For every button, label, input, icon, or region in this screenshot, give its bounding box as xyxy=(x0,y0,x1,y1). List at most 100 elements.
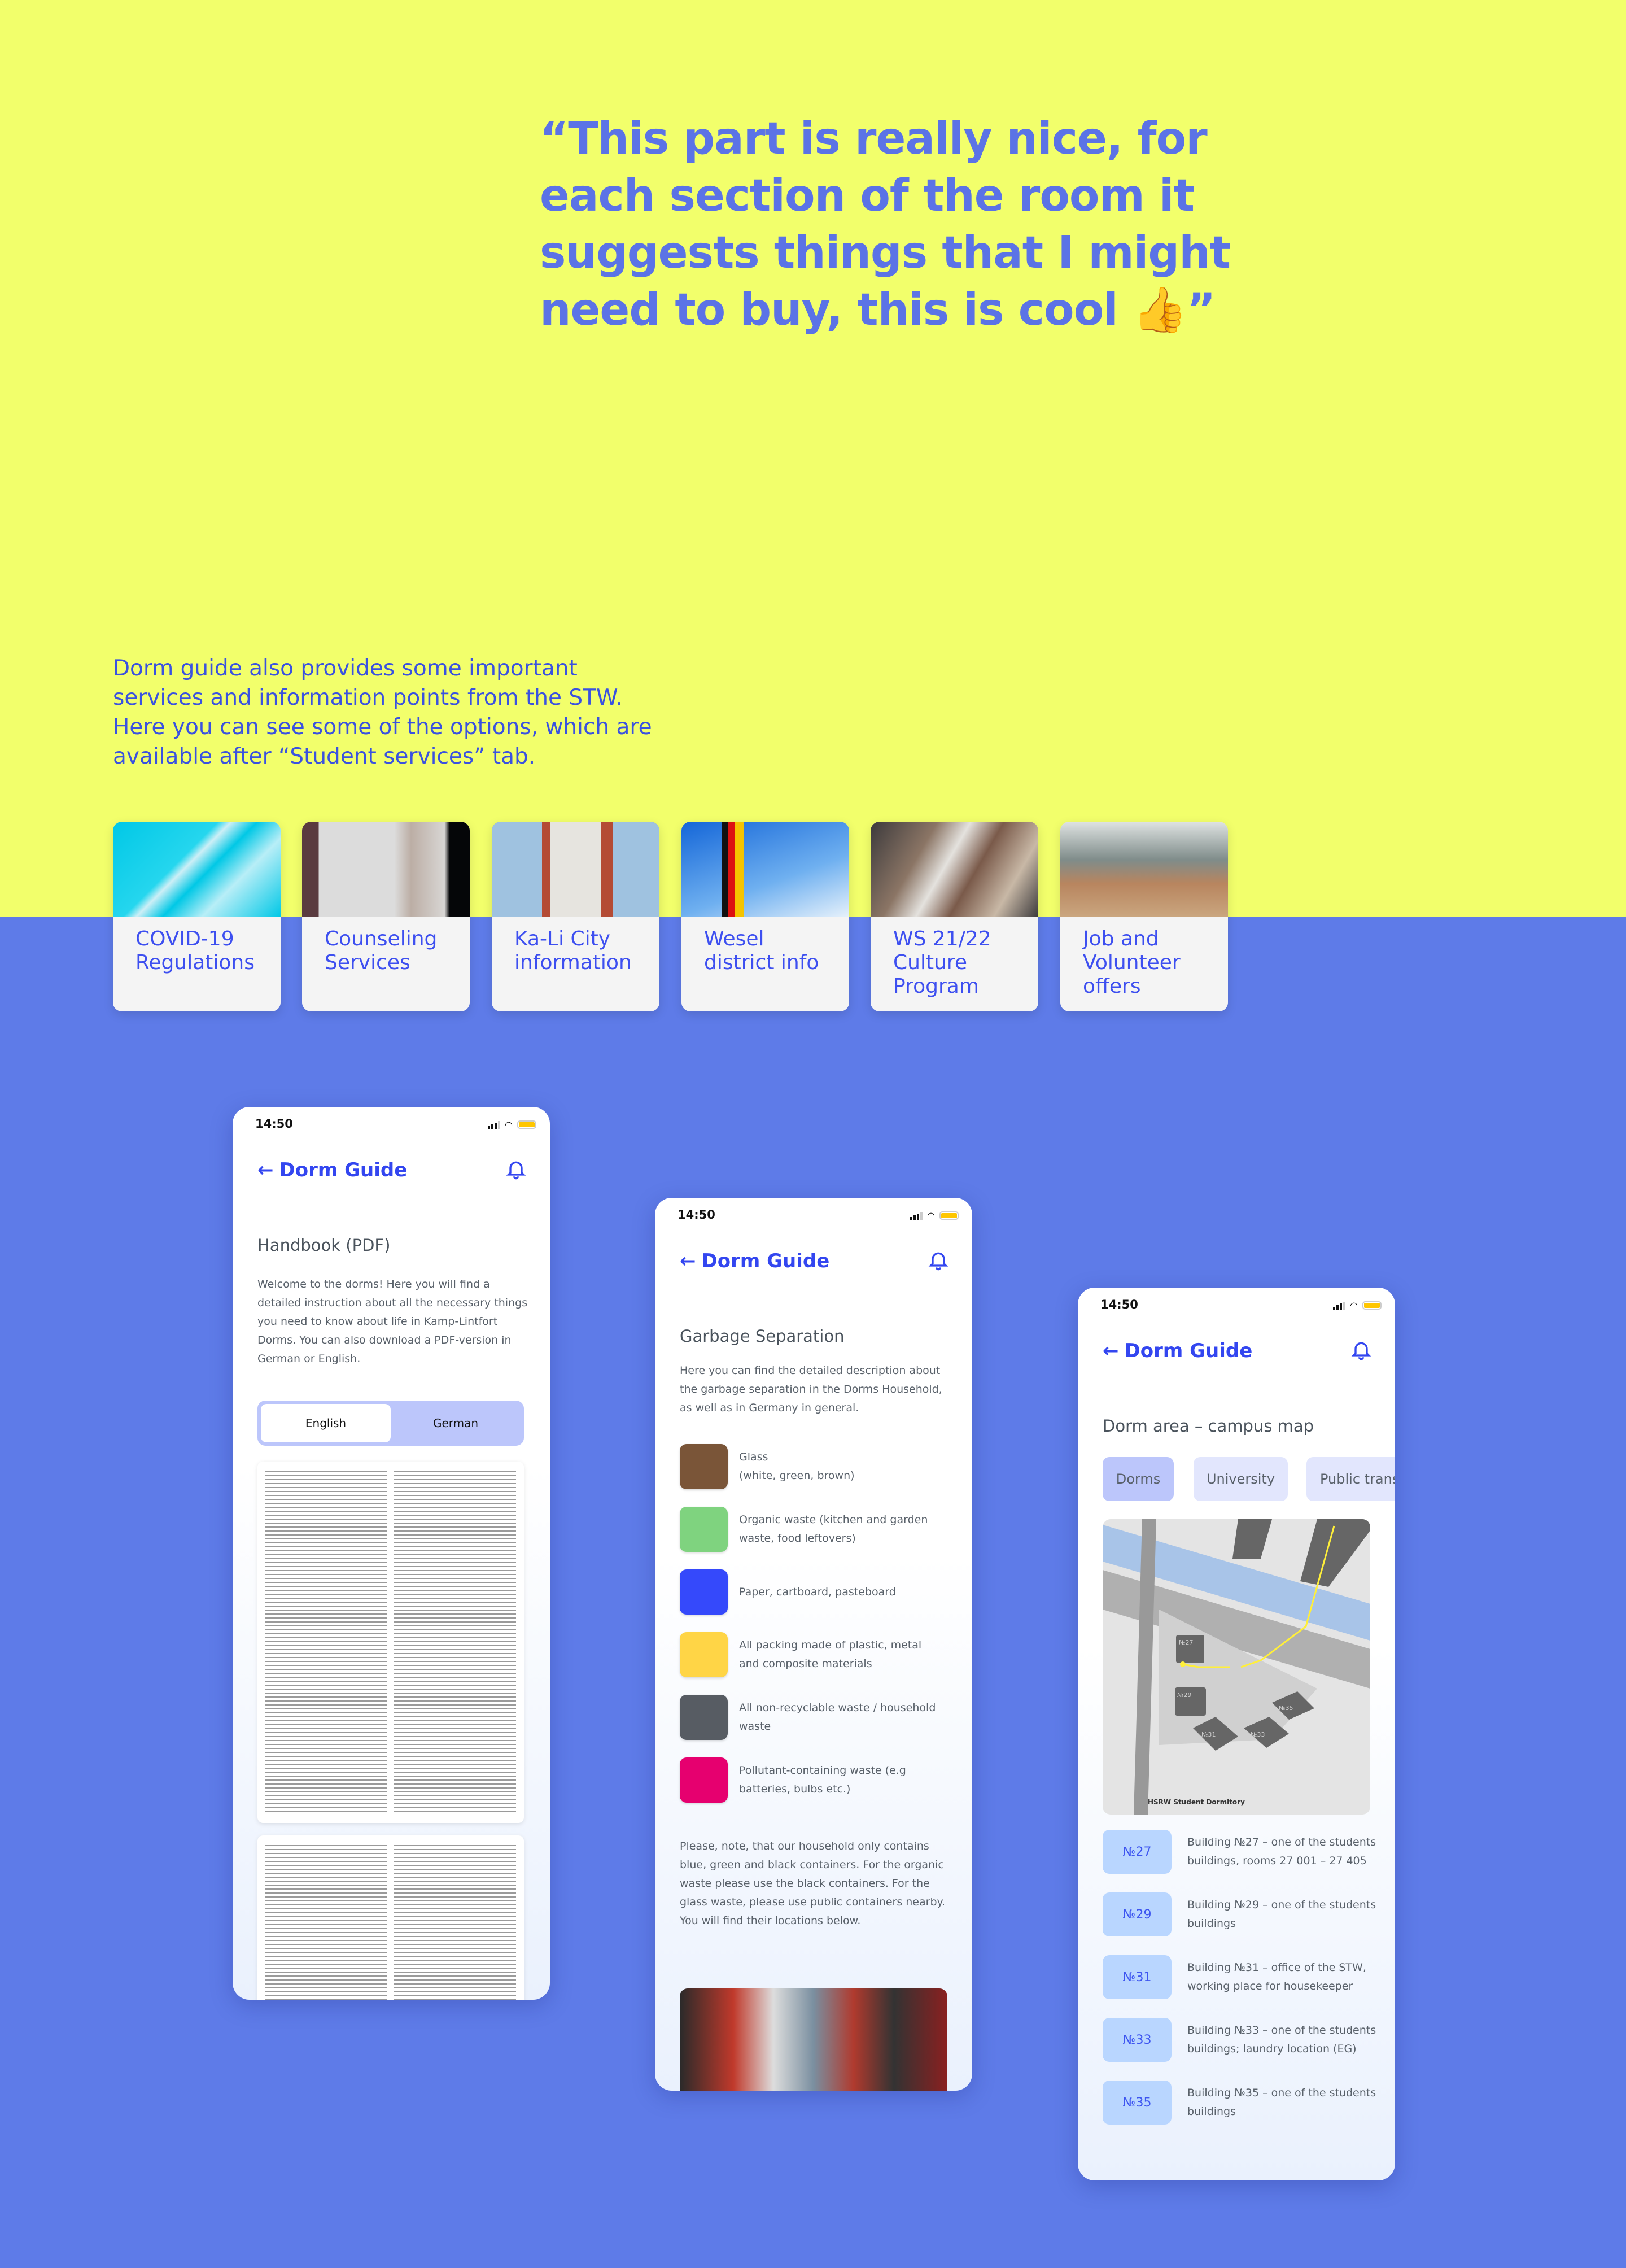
battery-icon xyxy=(1362,1301,1382,1310)
svg-text:№29: №29 xyxy=(1177,1691,1191,1699)
pdf-page-preview[interactable] xyxy=(257,1835,524,2000)
status-time: 14:50 xyxy=(1100,1298,1138,1311)
map-caption: HSRW Student Dormitory xyxy=(1148,1798,1245,1806)
masks-photo xyxy=(113,822,281,917)
german-flag-photo xyxy=(681,822,849,917)
garbage-item: All non-recyclable waste / household was… xyxy=(680,1695,942,1740)
card-label: Wesel district info xyxy=(704,927,819,974)
status-icons: ◠ xyxy=(488,1119,536,1130)
building-item[interactable]: №29 Building №29 – one of the students bu… xyxy=(1103,1892,1391,1936)
building-item[interactable]: №33 Building №33 – one of the students bu… xyxy=(1103,2018,1391,2062)
card-wesel[interactable]: Wesel district info xyxy=(681,822,849,1011)
language-toggle: English German xyxy=(257,1401,524,1446)
app-title: Dorm Guide xyxy=(1124,1340,1253,1362)
containers-photo xyxy=(680,1988,947,2091)
signal-icon xyxy=(1333,1301,1346,1310)
color-swatch xyxy=(680,1695,728,1740)
card-job-volunteer[interactable]: Job and Volunteer offers xyxy=(1060,822,1228,1011)
phone-handbook: 14:50 ◠ ← Dorm Guide Handbook (PDF) Welco… xyxy=(233,1107,550,2000)
signal-icon xyxy=(488,1120,501,1129)
pdf-page-preview[interactable] xyxy=(257,1462,524,1823)
svg-text:№31: №31 xyxy=(1201,1731,1216,1738)
building-badge[interactable]: №33 xyxy=(1103,2018,1172,2062)
status-time: 14:50 xyxy=(678,1208,715,1222)
wifi-icon: ◠ xyxy=(927,1210,935,1221)
building-description: Building №31 – office of the STW, workin… xyxy=(1187,1961,1366,1992)
status-icons: ◠ xyxy=(1333,1300,1382,1311)
garbage-label: Pollutant-containing waste (e.g batterie… xyxy=(739,1764,906,1795)
color-swatch xyxy=(680,1632,728,1677)
wifi-icon: ◠ xyxy=(1350,1300,1358,1311)
campus-map[interactable]: №27 №29 №31 №33 №35 HSRW Student Dormitory xyxy=(1103,1519,1370,1815)
garbage-item: Organic waste (kitchen and garden waste,… xyxy=(680,1507,942,1552)
building-badge[interactable]: №35 xyxy=(1103,2081,1172,2125)
garbage-item: Pollutant-containing waste (e.g batterie… xyxy=(680,1757,942,1803)
building-item[interactable]: №31 Building №31 – office of the STW, wor… xyxy=(1103,1955,1391,1999)
signal-icon xyxy=(910,1211,923,1220)
building-badge[interactable]: №29 xyxy=(1103,1892,1172,1936)
arrow-left-icon: ← xyxy=(257,1159,274,1181)
card-label: Counseling Services xyxy=(325,927,438,974)
battery-icon xyxy=(939,1211,959,1220)
building-description: Building №27 – one of the students build… xyxy=(1187,1836,1376,1867)
garbage-label: Organic waste (kitchen and garden waste,… xyxy=(739,1514,928,1545)
garbage-label: Glass (white, green, brown) xyxy=(739,1451,855,1482)
building-item[interactable]: №27 Building №27 – one of the students bu… xyxy=(1103,1830,1391,1874)
arrow-left-icon: ← xyxy=(680,1250,696,1272)
bell-icon[interactable] xyxy=(1350,1338,1373,1361)
svg-text:№27: №27 xyxy=(1179,1639,1193,1646)
building-badge[interactable]: №31 xyxy=(1103,1955,1172,1999)
bell-icon[interactable] xyxy=(927,1249,950,1271)
building-description: Building №35 – one of the students build… xyxy=(1187,2087,1376,2118)
card-culture-program[interactable]: WS 21/22 Culture Program xyxy=(871,822,1038,1011)
garbage-label: All packing made of plastic, metal and c… xyxy=(739,1639,922,1670)
bell-icon[interactable] xyxy=(505,1158,527,1180)
coffee-photo xyxy=(302,822,470,917)
color-swatch xyxy=(680,1757,728,1803)
battery-icon xyxy=(517,1120,536,1129)
building-description: Building №29 – one of the students build… xyxy=(1187,1899,1376,1930)
building-badge[interactable]: №27 xyxy=(1103,1830,1172,1874)
garbage-note: Please, note, that our household only co… xyxy=(680,1840,946,1927)
garbage-description: Here you can find the detailed descripti… xyxy=(680,1364,942,1414)
people-table-photo xyxy=(871,822,1038,917)
building-item[interactable]: №35 Building №35 – one of the students bu… xyxy=(1103,2081,1391,2125)
card-counseling[interactable]: Counseling Services xyxy=(302,822,470,1011)
app-title: Dorm Guide xyxy=(279,1159,408,1181)
toggle-german[interactable]: German xyxy=(391,1404,521,1442)
card-covid[interactable]: COVID-19 Regulations xyxy=(113,822,281,1011)
building-description: Building №33 – one of the students build… xyxy=(1187,2024,1376,2055)
status-icons: ◠ xyxy=(910,1210,959,1221)
card-label: Job and Volunteer offers xyxy=(1083,927,1181,998)
garbage-item: Paper, cartboard, pasteboard xyxy=(680,1569,942,1615)
map-drawing: №27 №29 №31 №33 №35 HSRW Student Dormitory xyxy=(1103,1519,1370,1815)
intro-paragraph: Dorm guide also provides some important … xyxy=(113,656,652,769)
back-button[interactable]: ← Dorm Guide xyxy=(1103,1340,1252,1362)
color-swatch xyxy=(680,1569,728,1615)
handbook-description: Welcome to the dorms! Here you will find… xyxy=(257,1278,528,1365)
svg-text:№33: №33 xyxy=(1251,1731,1265,1738)
section-title: Handbook (PDF) xyxy=(257,1236,391,1255)
card-kali-city[interactable]: Ka-Li City information xyxy=(492,822,659,1011)
status-time: 14:50 xyxy=(255,1117,293,1131)
wifi-icon: ◠ xyxy=(505,1119,513,1130)
back-button[interactable]: ← Dorm Guide xyxy=(680,1250,829,1272)
back-button[interactable]: ← Dorm Guide xyxy=(257,1159,407,1181)
card-label: Ka-Li City information xyxy=(514,927,632,974)
app-title: Dorm Guide xyxy=(701,1250,830,1272)
color-swatch xyxy=(680,1507,728,1552)
city-tower-photo xyxy=(492,822,659,917)
garbage-item: Glass (white, green, brown) xyxy=(680,1444,942,1489)
svg-text:№35: №35 xyxy=(1279,1704,1293,1712)
tab-public-transport[interactable]: Public transport xyxy=(1306,1457,1395,1501)
garbage-label: Paper, cartboard, pasteboard xyxy=(739,1585,896,1598)
tab-dorms[interactable]: Dorms xyxy=(1103,1457,1174,1501)
tab-university[interactable]: University xyxy=(1194,1457,1288,1501)
card-label: COVID-19 Regulations xyxy=(136,927,255,974)
phone-campus-map: 14:50 ◠ ← Dorm Guide Dorm area – campus m… xyxy=(1078,1288,1395,2180)
garbage-label: All non-recyclable waste / household was… xyxy=(739,1702,936,1733)
arrow-left-icon: ← xyxy=(1103,1340,1119,1362)
section-title: Garbage Separation xyxy=(680,1327,845,1346)
card-label: WS 21/22 Culture Program xyxy=(893,927,991,998)
toggle-english[interactable]: English xyxy=(261,1404,391,1442)
